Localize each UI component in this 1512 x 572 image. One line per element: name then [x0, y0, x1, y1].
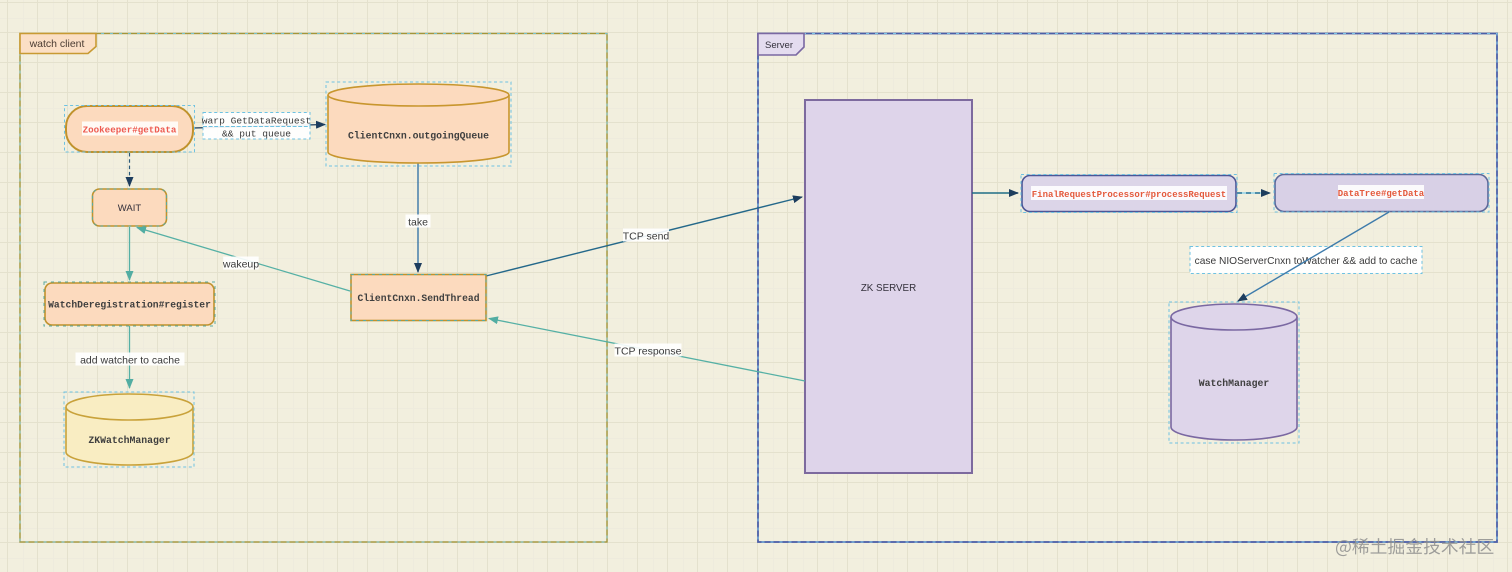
- svg-text:wakeup: wakeup: [222, 259, 259, 271]
- svg-text:ZK SERVER: ZK SERVER: [861, 283, 916, 294]
- svg-text:ClientCnxn.outgoingQueue: ClientCnxn.outgoingQueue: [348, 131, 489, 142]
- svg-text:Zookeeper#getData: Zookeeper#getData: [83, 125, 177, 136]
- svg-text:TCP send: TCP send: [623, 231, 670, 243]
- svg-text:WatchManager: WatchManager: [1199, 378, 1270, 389]
- svg-text:Server: Server: [765, 40, 793, 51]
- svg-text:ZKWatchManager: ZKWatchManager: [88, 435, 170, 446]
- svg-text:WatchDeregistration#register: WatchDeregistration#register: [48, 300, 211, 311]
- svg-text:watch client: watch client: [29, 38, 85, 50]
- svg-text:add watcher to cache: add watcher to cache: [80, 355, 180, 367]
- svg-text:&& put queue: && put queue: [222, 129, 291, 140]
- svg-text:TCP response: TCP response: [615, 346, 682, 358]
- svg-text:DataTree#getData: DataTree#getData: [1338, 189, 1425, 199]
- svg-text:WAIT: WAIT: [118, 203, 142, 214]
- svg-text:ClientCnxn.SendThread: ClientCnxn.SendThread: [357, 293, 479, 304]
- svg-text:FinalRequestProcessor#processR: FinalRequestProcessor#processRequest: [1032, 190, 1226, 200]
- svg-text:take: take: [408, 217, 428, 229]
- svg-text:warp GetDataRequest: warp GetDataRequest: [202, 116, 311, 127]
